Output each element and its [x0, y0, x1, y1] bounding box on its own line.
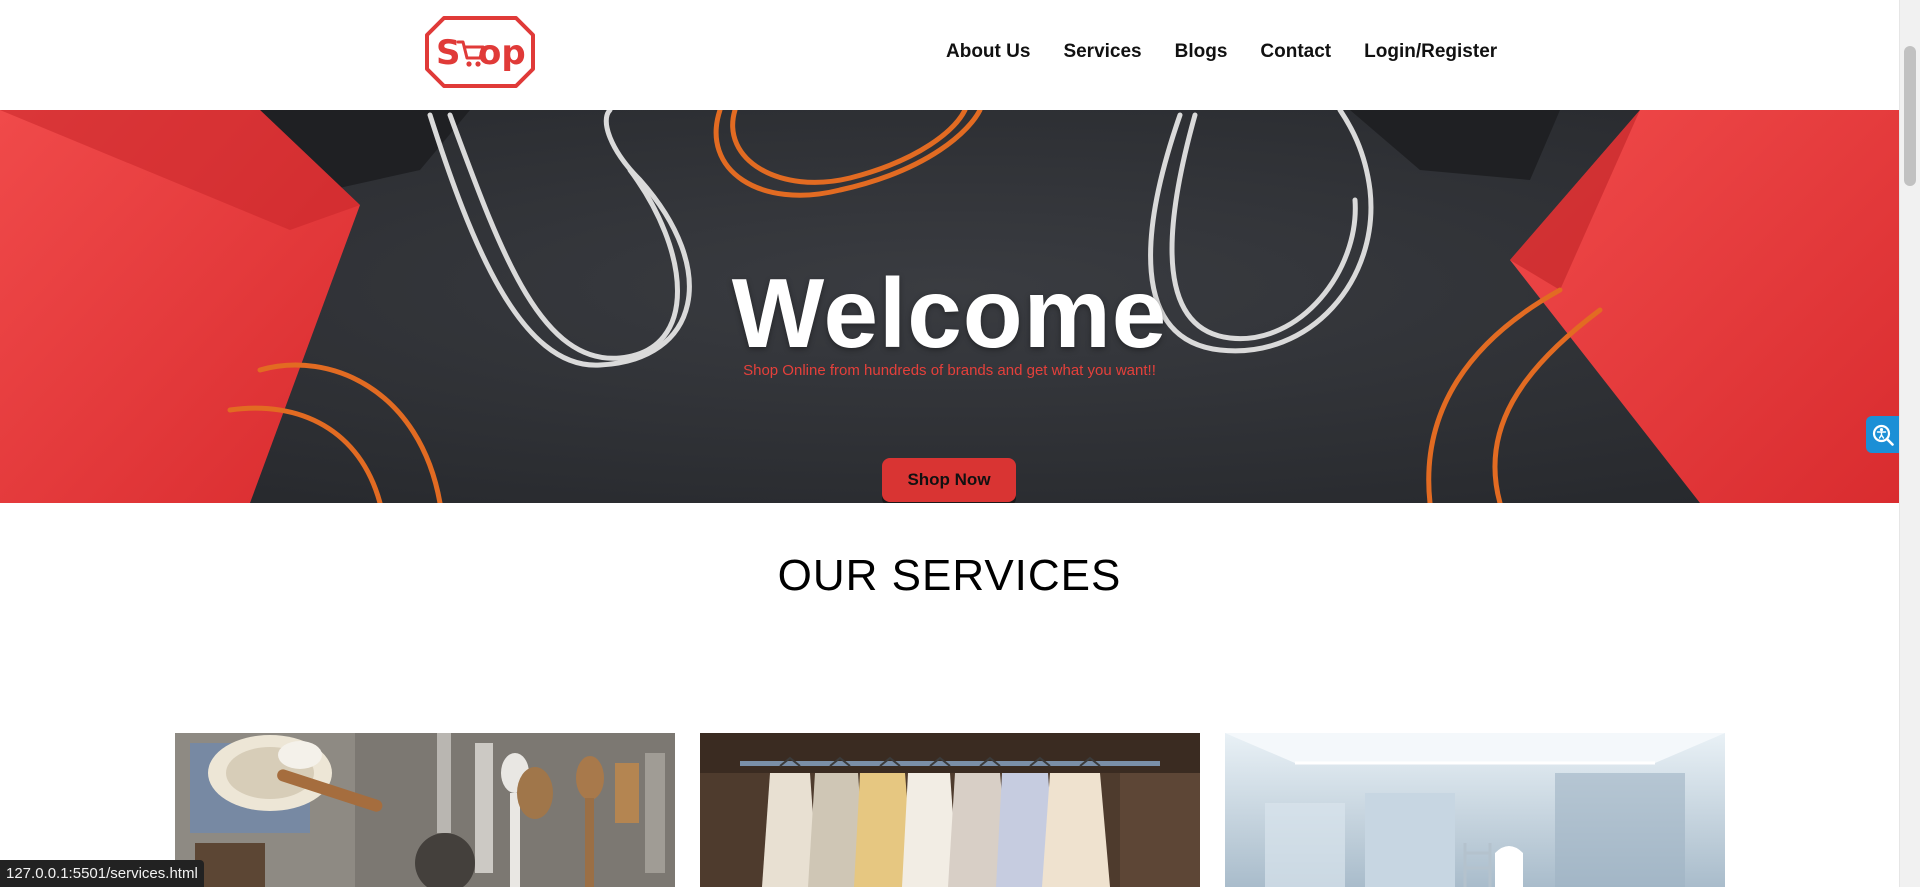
hero-subtitle: Shop Online from hundreds of brands and … — [743, 362, 1156, 379]
service-card-clothing[interactable] — [700, 733, 1200, 887]
svg-text:op: op — [478, 33, 526, 73]
nav-contact[interactable]: Contact — [1260, 40, 1331, 64]
nav-services[interactable]: Services — [1063, 40, 1141, 64]
svg-text:S: S — [436, 33, 461, 73]
nav-blogs[interactable]: Blogs — [1175, 40, 1228, 64]
shop-now-button[interactable]: Shop Now — [882, 458, 1016, 502]
nav-login-register[interactable]: Login/Register — [1364, 40, 1497, 64]
service-card-home[interactable] — [1225, 733, 1725, 887]
services-heading: OUR SERVICES — [777, 551, 1122, 600]
shop-logo[interactable]: S op — [424, 14, 536, 90]
page-scrollbar[interactable] — [1899, 0, 1920, 887]
site-header: S op About Us Services Blogs Contact Log… — [0, 0, 1899, 110]
main-nav: About Us Services Blogs Contact Login/Re… — [946, 40, 1497, 64]
kitchen-utensils-image — [175, 733, 675, 887]
browser-status-url: 127.0.0.1:5501/services.html — [0, 860, 204, 887]
accessibility-magnifier-icon — [1872, 424, 1894, 446]
scrollbar-thumb[interactable] — [1904, 46, 1916, 186]
hero-title: Welcome — [731, 258, 1168, 368]
bathroom-image — [1225, 733, 1725, 887]
service-card-kitchen[interactable] — [175, 733, 675, 887]
accessibility-widget-button[interactable] — [1866, 416, 1899, 453]
hero-banner: Welcome Shop Online from hundreds of bra… — [0, 110, 1899, 503]
clothes-rack-image — [700, 733, 1200, 887]
nav-about-us[interactable]: About Us — [946, 40, 1030, 64]
